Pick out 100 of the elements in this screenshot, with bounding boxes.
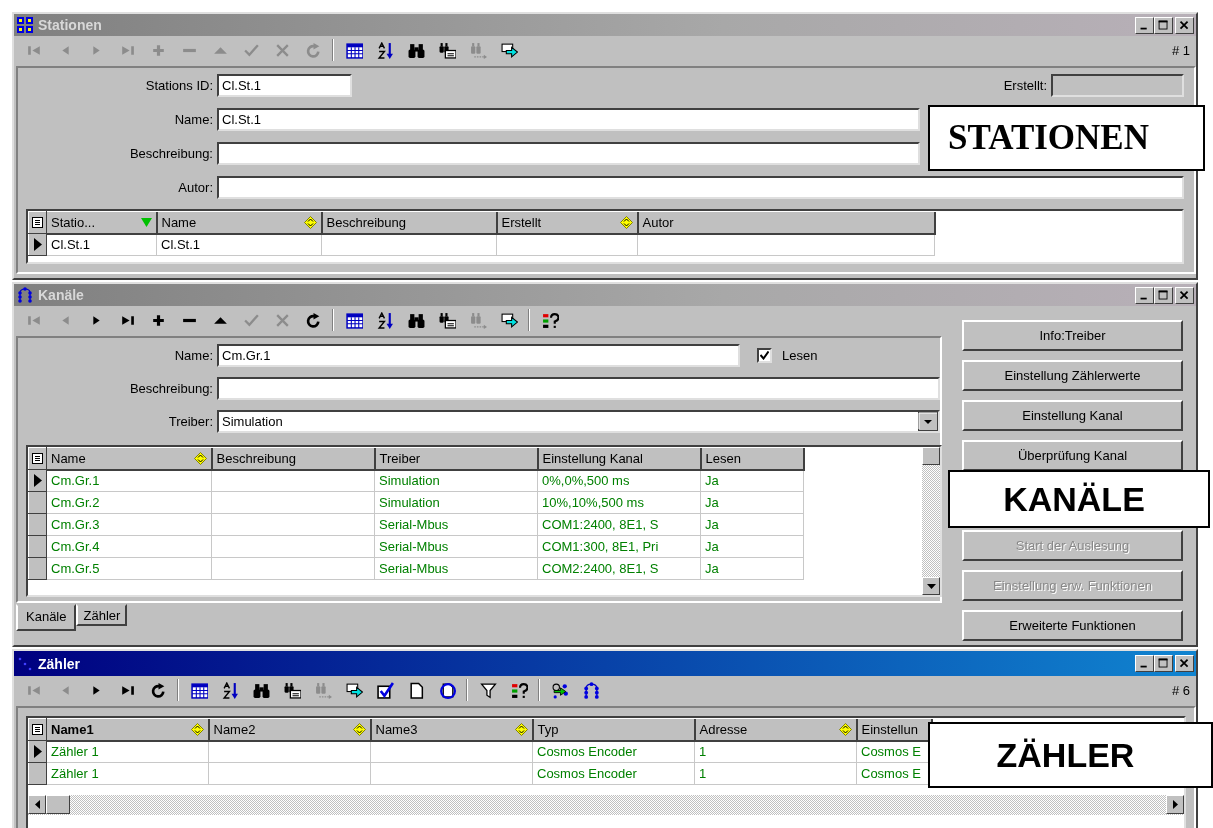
dropdown-button[interactable]: [918, 412, 938, 431]
column-header[interactable]: Einstellung Kanal: [537, 447, 701, 470]
action-button[interactable]: Einstellung Zählerwerte: [962, 360, 1183, 391]
table-cell: COM1:300, 8E1, Pri: [537, 535, 701, 558]
row-selector[interactable]: [28, 469, 47, 492]
row-selector[interactable]: [28, 513, 47, 536]
current-row-icon: [33, 238, 42, 251]
caret-right-icon: [1172, 800, 1178, 809]
grid-menu-button[interactable]: [28, 718, 47, 741]
column-header[interactable]: Lesen: [700, 447, 804, 470]
filter-icon[interactable]: [480, 681, 497, 699]
arrow-right-icon[interactable]: [501, 311, 518, 329]
scroll-thumb[interactable]: [922, 447, 940, 465]
binoculars-field-icon[interactable]: [284, 681, 301, 699]
column-header[interactable]: Typ: [532, 718, 695, 741]
table-cell: COM2:2400, 8E1, S: [537, 557, 701, 580]
scrollbar[interactable]: [28, 795, 1184, 815]
checkbox-label: Lesen: [782, 348, 818, 363]
text-field[interactable]: Cl.St.1: [217, 108, 920, 131]
column-header[interactable]: Name2: [208, 718, 371, 741]
table-cell: Cosmos Encoder: [532, 740, 695, 763]
window-icon: [17, 655, 33, 672]
sort-icon[interactable]: [377, 311, 394, 329]
dropdown-field[interactable]: Simulation: [217, 410, 940, 433]
column-header[interactable]: Erstellt: [496, 211, 638, 234]
column-header[interactable]: Name: [46, 447, 212, 470]
status-help-icon[interactable]: [511, 681, 528, 699]
scroll-right-button[interactable]: [1166, 795, 1184, 814]
table-icon[interactable]: [191, 681, 208, 699]
scroll-left-button[interactable]: [28, 795, 46, 814]
status-help-icon[interactable]: [542, 311, 559, 329]
row-selector[interactable]: [28, 535, 47, 558]
tab[interactable]: Zähler: [76, 604, 128, 626]
scroll-down-button[interactable]: [922, 577, 940, 595]
page-refresh-icon[interactable]: [439, 681, 456, 699]
action-button[interactable]: Einstellung Kanal: [962, 400, 1183, 431]
row-selector[interactable]: [28, 233, 47, 256]
sort-icon[interactable]: [377, 41, 394, 59]
column-header[interactable]: Name: [156, 211, 322, 234]
table-cell: 1: [694, 740, 857, 763]
checkbox-icon[interactable]: [377, 681, 394, 699]
column-header[interactable]: Adresse: [694, 718, 857, 741]
column-header[interactable]: Statio...: [46, 211, 157, 234]
binoculars-icon[interactable]: [253, 681, 270, 699]
binoculars-field-icon[interactable]: [439, 41, 456, 59]
network-icon[interactable]: [583, 681, 600, 699]
column-header[interactable]: Beschreibung: [321, 211, 497, 234]
table-icon[interactable]: [346, 311, 363, 329]
row-selector[interactable]: [28, 557, 47, 580]
arrow-right-icon[interactable]: [346, 681, 363, 699]
action-button[interactable]: Info:Treiber: [962, 320, 1183, 351]
close-button[interactable]: [1175, 655, 1194, 672]
grid-menu-button[interactable]: [28, 211, 47, 234]
row-selector[interactable]: [28, 762, 47, 785]
table-cell: 0%,0%,500 ms: [537, 469, 701, 492]
scrollbar[interactable]: [922, 447, 940, 595]
callout-label: KANÄLE: [948, 470, 1210, 528]
column-header[interactable]: Autor: [637, 211, 935, 234]
text-field[interactable]: [217, 176, 1184, 199]
callout-label: ZÄHLER: [928, 722, 1213, 788]
column-header[interactable]: Einstellun: [856, 718, 932, 741]
minimize-button[interactable]: [1135, 655, 1154, 672]
row-selector[interactable]: [28, 740, 47, 763]
page-icon[interactable]: [408, 681, 425, 699]
table-cell: Serial-Mbus: [374, 513, 538, 536]
record-number: # 1: [1171, 42, 1190, 58]
text-field[interactable]: Cl.St.1: [217, 74, 352, 97]
column-header[interactable]: Treiber: [374, 447, 538, 470]
sort-descending-icon: [140, 217, 152, 227]
row-selector[interactable]: [28, 491, 47, 514]
table-icon[interactable]: [346, 41, 363, 59]
scroll-thumb[interactable]: [46, 795, 70, 814]
current-row-icon: [33, 745, 42, 758]
refresh-icon[interactable]: [305, 311, 322, 329]
tab[interactable]: Kanäle: [16, 604, 77, 631]
checkbox[interactable]: [757, 348, 772, 363]
table-cell: Ja: [700, 535, 804, 558]
text-field[interactable]: [217, 377, 940, 400]
action-button[interactable]: Erweiterte Funktionen: [962, 610, 1183, 641]
table-cell: Cm.Gr.4: [46, 535, 212, 558]
binoculars-field-icon[interactable]: [439, 311, 456, 329]
table-cell: Ja: [700, 469, 804, 492]
arrow-right-icon[interactable]: [501, 41, 518, 59]
gears-arrow-icon[interactable]: [552, 681, 569, 699]
binoculars-icon[interactable]: [408, 41, 425, 59]
sort-icon[interactable]: [222, 681, 239, 699]
column-header[interactable]: Name1: [46, 718, 209, 741]
text-field[interactable]: [217, 142, 920, 165]
column-header[interactable]: Beschreibung: [211, 447, 375, 470]
action-button[interactable]: Überprüfung Kanal: [962, 440, 1183, 471]
maximize-button[interactable]: [1154, 655, 1173, 672]
binoculars-icon[interactable]: [408, 311, 425, 329]
text-field[interactable]: Cm.Gr.1: [217, 344, 740, 367]
column-header[interactable]: Name3: [370, 718, 533, 741]
refresh-icon[interactable]: [150, 681, 167, 699]
sort-toggle-icon: [190, 722, 204, 736]
grid-menu-button[interactable]: [28, 447, 47, 470]
current-row-icon: [33, 474, 42, 487]
table-cell: Zähler 1: [46, 740, 209, 763]
window-title: Zähler: [38, 655, 80, 672]
